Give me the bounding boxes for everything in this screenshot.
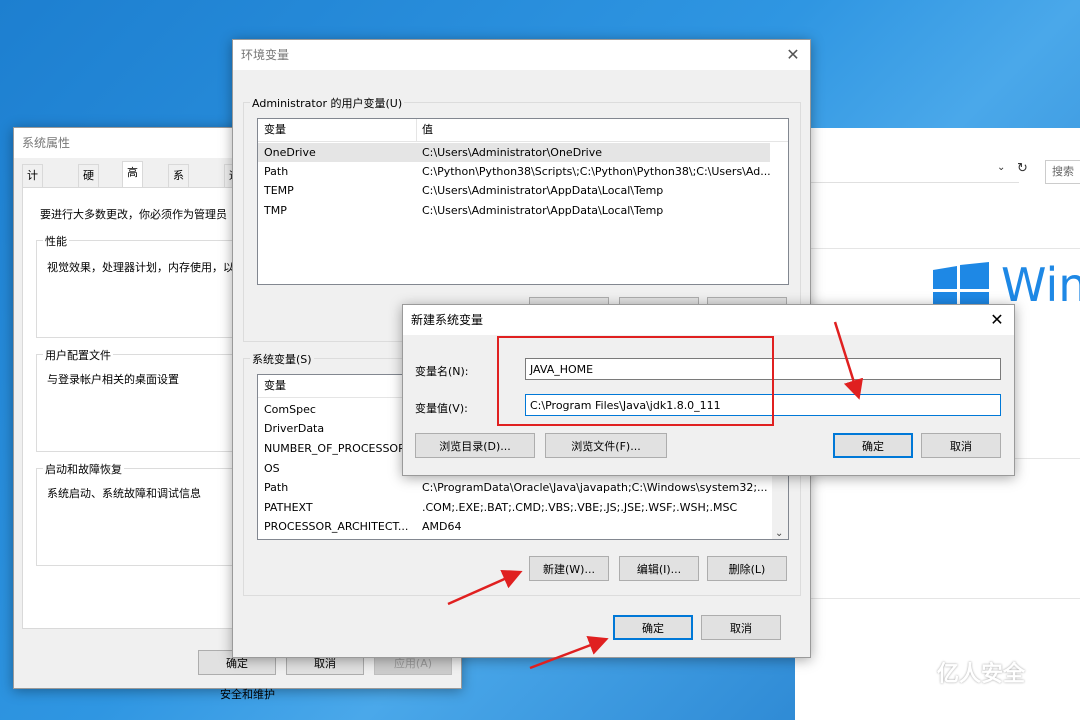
arrow-to-ok-button <box>529 635 609 670</box>
arrow-to-value-field <box>833 321 864 400</box>
arrow-to-new-button <box>447 569 523 606</box>
wechat-icon <box>894 657 928 684</box>
watermark-text: 亿人安全 <box>937 662 1026 687</box>
annotation-arrows <box>447 321 864 670</box>
